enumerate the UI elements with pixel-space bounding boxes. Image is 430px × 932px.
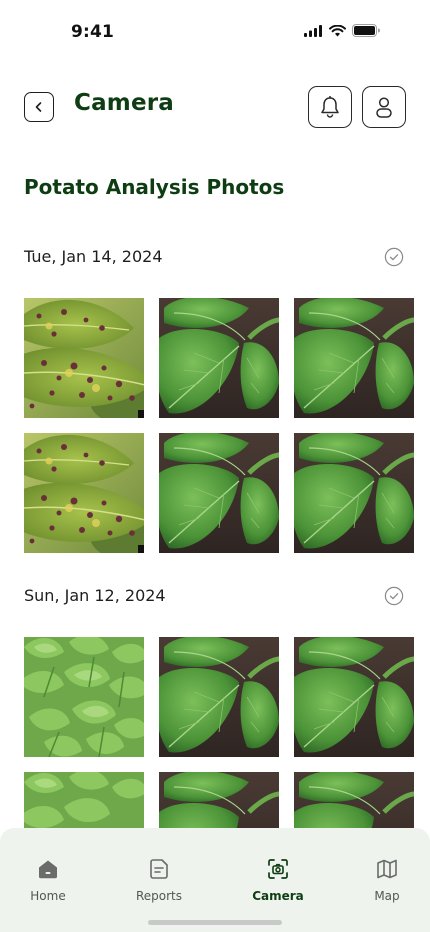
signal-icon [304,24,322,37]
nav-item-home[interactable]: Home [8,856,88,903]
healthy-leaf-photo [294,298,414,418]
photo-thumbnail[interactable] [24,637,144,757]
select-check-icon[interactable] [384,586,404,606]
photo-thumbnail[interactable] [24,298,144,418]
battery-icon [352,24,380,37]
wifi-icon [329,24,346,36]
status-time: 9:41 [71,22,115,42]
photo-thumbnail[interactable] [294,433,414,553]
healthy-leaf-photo [294,637,414,757]
page-title: Camera [74,90,175,116]
nav-item-reports[interactable]: Reports [119,856,199,903]
reports-icon [146,856,172,882]
photo-group-2: Sun, Jan 12, 2024 [0,584,430,608]
healthy-leaf-photo [159,298,279,418]
home-icon [35,856,61,882]
home-indicator [148,920,282,925]
date-row: Sun, Jan 12, 2024 [0,584,430,608]
user-icon [376,97,392,118]
healthy-leaf-photo [294,433,414,553]
back-button[interactable] [24,92,54,122]
photo-thumbnail[interactable] [159,637,279,757]
select-check-icon[interactable] [384,247,404,267]
photo-thumbnail[interactable] [24,433,144,553]
nav-label: Camera [252,889,304,903]
young-plants-photo [24,637,144,757]
bottom-nav: Home Reports Camera Map [0,828,430,932]
photo-group-1: Tue, Jan 14, 2024 [0,245,430,269]
nav-label: Home [30,889,66,903]
header: Camera [0,84,430,130]
photo-thumbnail[interactable] [294,637,414,757]
healthy-leaf-photo [159,433,279,553]
section-title: Potato Analysis Photos [24,175,285,199]
date-row: Tue, Jan 14, 2024 [0,245,430,269]
photo-thumbnail[interactable] [159,298,279,418]
healthy-leaf-photo [159,637,279,757]
bell-icon [321,96,339,118]
date-label: Sun, Jan 12, 2024 [24,586,166,605]
map-icon [374,856,400,882]
date-label: Tue, Jan 14, 2024 [24,247,163,266]
chevron-left-icon [35,102,42,112]
photo-thumbnail[interactable] [294,298,414,418]
camera-icon [265,856,291,882]
notifications-button[interactable] [308,86,352,128]
photo-thumbnail[interactable] [159,433,279,553]
diseased-leaf-photo [24,298,144,418]
profile-button[interactable] [362,86,406,128]
nav-item-map[interactable]: Map [347,856,427,903]
status-bar: 9:41 [0,0,430,64]
nav-label: Reports [135,889,183,903]
nav-label: Map [374,889,400,903]
status-icons [304,24,380,37]
nav-item-camera[interactable]: Camera [238,856,318,903]
diseased-leaf-photo [24,433,144,553]
photo-grid-1 [24,298,414,553]
